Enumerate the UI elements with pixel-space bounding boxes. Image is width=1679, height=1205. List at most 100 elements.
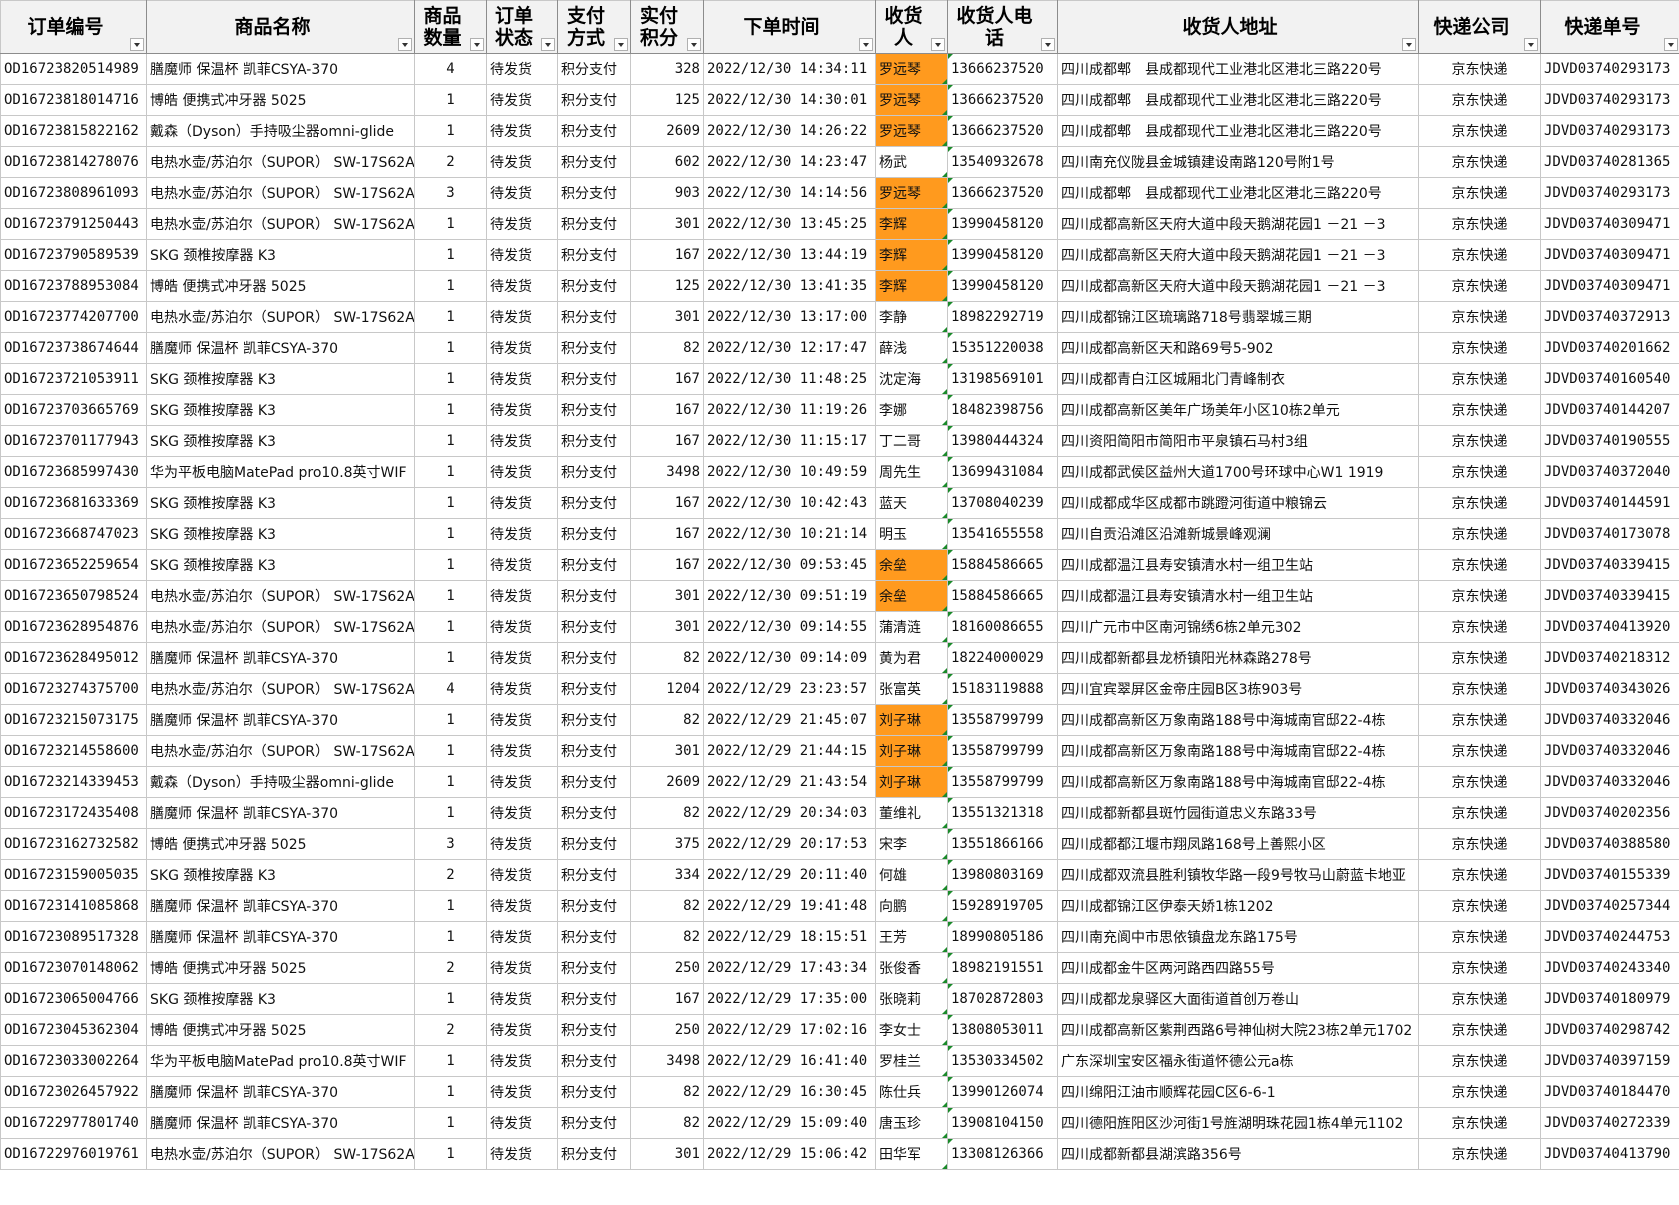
table-row[interactable]: OD16723162732582 博皓 便携式冲牙器 5025 3 待发货 积分支付 37… [0,828,1679,860]
cell-order-no[interactable]: OD16723065004766 [0,983,147,1015]
cell-status[interactable]: 待发货 [486,673,558,705]
cell-courier[interactable]: 京东快递 [1418,363,1541,395]
filter-dropdown-icon[interactable] [931,38,945,51]
cell-payment[interactable]: 积分支付 [557,1014,631,1046]
cell-courier[interactable]: 京东快递 [1418,53,1541,85]
cell-qty[interactable]: 1 [414,549,487,581]
cell-status[interactable]: 待发货 [486,363,558,395]
cell-courier[interactable]: 京东快递 [1418,952,1541,984]
cell-status[interactable]: 待发货 [486,983,558,1015]
cell-points[interactable]: 301 [630,580,704,612]
cell-tracking[interactable]: JDVD03740332046 [1540,766,1679,798]
col-header-product[interactable]: 商品名称 [146,0,415,54]
filter-dropdown-icon[interactable] [1041,38,1055,51]
cell-tracking[interactable]: JDVD03740332046 [1540,704,1679,736]
cell-status[interactable]: 待发货 [486,208,558,240]
cell-order-time[interactable]: 2022/12/30 11:48:25 [703,363,876,395]
cell-courier[interactable]: 京东快递 [1418,859,1541,891]
cell-product[interactable]: 电热水壶/苏泊尔（SUPOR） SW-17S62A [146,580,415,612]
table-row[interactable]: OD16722976019761 电热水壶/苏泊尔（SUPOR） SW-17S62… [0,1138,1679,1170]
cell-order-time[interactable]: 2022/12/29 21:43:54 [703,766,876,798]
cell-product[interactable]: 膳魔师 保温杯 凯菲CSYA-370 [146,53,415,85]
cell-product[interactable]: 华为平板电脑MatePad pro10.8英寸WIF [146,1045,415,1077]
cell-payment[interactable]: 积分支付 [557,611,631,643]
cell-product[interactable]: 戴森（Dyson）手持吸尘器omni-glide [146,766,415,798]
cell-order-no[interactable]: OD16723214558600 [0,735,147,767]
cell-order-no[interactable]: OD16722976019761 [0,1138,147,1170]
cell-tracking[interactable]: JDVD03740332046 [1540,735,1679,767]
cell-payment[interactable]: 积分支付 [557,549,631,581]
cell-product[interactable]: 膳魔师 保温杯 凯菲CSYA-370 [146,642,415,674]
cell-qty[interactable]: 1 [414,239,487,271]
table-row[interactable]: OD16723628954876 电热水壶/苏泊尔（SUPOR） SW-17S62… [0,611,1679,643]
cell-order-no[interactable]: OD16723070148062 [0,952,147,984]
cell-qty[interactable]: 1 [414,1045,487,1077]
cell-product[interactable]: 博皓 便携式冲牙器 5025 [146,828,415,860]
cell-status[interactable]: 待发货 [486,84,558,116]
cell-order-time[interactable]: 2022/12/29 21:44:15 [703,735,876,767]
cell-product[interactable]: 膳魔师 保温杯 凯菲CSYA-370 [146,921,415,953]
cell-payment[interactable]: 积分支付 [557,735,631,767]
cell-phone[interactable]: 13990458120 [947,239,1058,271]
cell-qty[interactable]: 2 [414,859,487,891]
cell-phone[interactable]: 13666237520 [947,115,1058,147]
cell-receiver[interactable]: 李辉 [875,208,948,240]
cell-receiver[interactable]: 王芳 [875,921,948,953]
cell-receiver[interactable]: 李辉 [875,270,948,302]
cell-order-no[interactable]: OD16723628954876 [0,611,147,643]
cell-status[interactable]: 待发货 [486,270,558,302]
cell-receiver[interactable]: 罗远琴 [875,177,948,209]
cell-product[interactable]: 电热水壶/苏泊尔（SUPOR） SW-17S62A [146,673,415,705]
cell-receiver[interactable]: 李静 [875,301,948,333]
cell-address[interactable]: 四川成都高新区紫荆西路6号神仙树大院23栋2单元1702 [1057,1014,1419,1046]
cell-address[interactable]: 四川成都都江堰市翔凤路168号上善熙小区 [1057,828,1419,860]
cell-courier[interactable]: 京东快递 [1418,642,1541,674]
cell-courier[interactable]: 京东快递 [1418,1045,1541,1077]
cell-courier[interactable]: 京东快递 [1418,332,1541,364]
cell-order-time[interactable]: 2022/12/30 13:41:35 [703,270,876,302]
cell-qty[interactable]: 1 [414,115,487,147]
cell-product[interactable]: 电热水壶/苏泊尔（SUPOR） SW-17S62A [146,177,415,209]
cell-status[interactable]: 待发货 [486,797,558,829]
cell-status[interactable]: 待发货 [486,53,558,85]
cell-phone[interactable]: 18702872803 [947,983,1058,1015]
cell-tracking[interactable]: JDVD03740293173 [1540,115,1679,147]
cell-tracking[interactable]: JDVD03740372040 [1540,456,1679,488]
cell-receiver[interactable]: 余垒 [875,580,948,612]
cell-payment[interactable]: 积分支付 [557,177,631,209]
cell-order-no[interactable]: OD16723159005035 [0,859,147,891]
cell-courier[interactable]: 京东快递 [1418,394,1541,426]
cell-courier[interactable]: 京东快递 [1418,518,1541,550]
cell-points[interactable]: 82 [630,332,704,364]
cell-address[interactable]: 四川南充阆中市思依镇盘龙东路175号 [1057,921,1419,953]
cell-status[interactable]: 待发货 [486,611,558,643]
filter-dropdown-icon[interactable] [398,38,412,51]
cell-qty[interactable]: 1 [414,208,487,240]
cell-qty[interactable]: 1 [414,642,487,674]
cell-points[interactable]: 301 [630,1138,704,1170]
cell-order-time[interactable]: 2022/12/30 12:17:47 [703,332,876,364]
cell-phone[interactable]: 18990805186 [947,921,1058,953]
cell-courier[interactable]: 京东快递 [1418,735,1541,767]
cell-courier[interactable]: 京东快递 [1418,208,1541,240]
cell-phone[interactable]: 13666237520 [947,177,1058,209]
cell-phone[interactable]: 15928919705 [947,890,1058,922]
col-header-order-no[interactable]: 订单编号 [0,0,147,54]
cell-qty[interactable]: 1 [414,425,487,457]
cell-phone[interactable]: 13666237520 [947,53,1058,85]
col-header-order-time[interactable]: 下单时间 [703,0,876,54]
cell-phone[interactable]: 15884586665 [947,580,1058,612]
table-row[interactable]: OD16723214558600 电热水壶/苏泊尔（SUPOR） SW-17S62… [0,735,1679,767]
cell-qty[interactable]: 1 [414,332,487,364]
cell-status[interactable]: 待发货 [486,301,558,333]
cell-tracking[interactable]: JDVD03740309471 [1540,208,1679,240]
cell-order-time[interactable]: 2022/12/30 14:34:11 [703,53,876,85]
cell-points[interactable]: 82 [630,1107,704,1139]
cell-status[interactable]: 待发货 [486,921,558,953]
cell-payment[interactable]: 积分支付 [557,983,631,1015]
cell-receiver[interactable]: 罗远琴 [875,84,948,116]
cell-phone[interactable]: 13558799799 [947,766,1058,798]
cell-status[interactable]: 待发货 [486,1076,558,1108]
cell-qty[interactable]: 2 [414,952,487,984]
table-row[interactable]: OD16723681633369 SKG 颈椎按摩器 K3 1 待发货 积分支付 167 2… [0,487,1679,519]
